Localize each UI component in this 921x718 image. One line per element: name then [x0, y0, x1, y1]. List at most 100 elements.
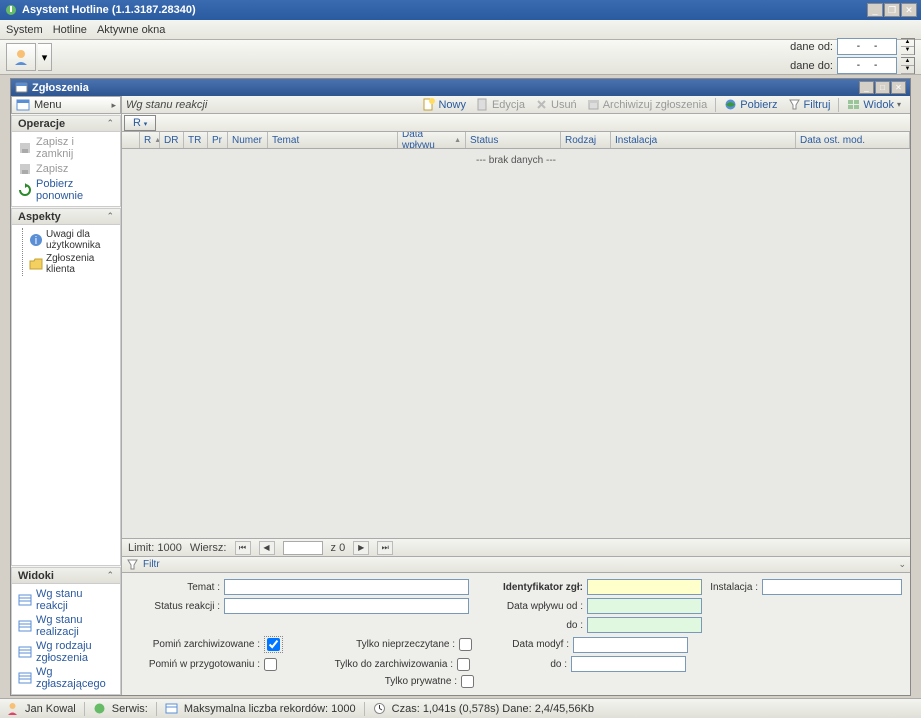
r-toggle-row: R ▾ — [122, 114, 910, 132]
col-data-mod[interactable]: Data ost. mod. — [796, 132, 910, 148]
filter-temat-input[interactable] — [224, 579, 469, 595]
col-r[interactable]: R — [140, 132, 160, 148]
menu-hotline[interactable]: Hotline — [53, 24, 87, 36]
filter-header[interactable]: Filtr ⌄ — [122, 556, 910, 573]
col-dr[interactable]: DR — [160, 132, 184, 148]
chevron-down-icon[interactable]: ⌄ — [898, 559, 906, 570]
op-save-close[interactable]: Zapisz i zamknij — [14, 135, 118, 161]
date-from-label: dane od: — [783, 41, 833, 53]
new-icon — [422, 98, 435, 111]
filter-id-input[interactable] — [587, 579, 702, 595]
aspect-user-notes[interactable]: i Uwagi dla użytkownika — [27, 228, 118, 252]
tb-delete[interactable]: Usuń — [530, 96, 582, 113]
section-header-aspekty[interactable]: Aspekty ⌃ — [12, 209, 120, 225]
col-numer[interactable]: Numer — [228, 132, 268, 148]
user-dropdown-button[interactable]: ▾ — [38, 43, 52, 71]
filter-status-input[interactable] — [224, 598, 469, 614]
status-bar: Jan Kowal Serwis: Maksymalna liczba reko… — [0, 698, 921, 718]
filter-panel: Temat : Identyfikator zgł: Instalacja : … — [122, 573, 910, 695]
section-header-widoki[interactable]: Widoki ⌃ — [12, 568, 120, 584]
sub-minimize-button[interactable]: _ — [859, 81, 874, 94]
view-realization[interactable]: Wg stanu realizacji — [14, 613, 118, 639]
date-from-spinner[interactable]: ▲▼ — [901, 38, 915, 55]
date-to-label: dane do: — [783, 60, 833, 72]
filter-icon — [126, 558, 139, 571]
sub-close-button[interactable]: ✕ — [891, 81, 906, 94]
op-reload[interactable]: Pobierz ponownie — [14, 177, 118, 203]
mdi-child: Zgłoszenia _ □ ✕ Menu ▸ Operacje ⌃ — [10, 78, 911, 696]
status-time: Czas: 1,041s (0,578s) Dane: 2,4/45,56Kb — [392, 703, 594, 715]
filter-pomin-przyg-checkbox[interactable] — [264, 658, 277, 671]
col-pr[interactable]: Pr — [208, 132, 228, 148]
filter-instalacja-input[interactable] — [762, 579, 902, 595]
status-maxrec: Maksymalna liczba rekordów: 1000 — [184, 703, 356, 715]
data-grid[interactable]: --- brak danych --- — [122, 149, 910, 538]
filter-tylko-nieprz-checkbox[interactable] — [459, 638, 472, 651]
filter-pomin-arch-checkbox[interactable] — [267, 638, 280, 651]
column-headers: R DR TR Pr Numer Temat Data wpływu Statu… — [122, 132, 910, 149]
filter-wplywu-do-input[interactable] — [587, 617, 702, 633]
page-first-button[interactable]: ⏮ — [235, 541, 251, 555]
col-status[interactable]: Status — [466, 132, 561, 148]
chevron-down-icon: ▾ — [144, 121, 148, 128]
col-selector[interactable] — [122, 132, 140, 148]
minimize-button[interactable]: _ — [867, 3, 883, 17]
date-from-input[interactable] — [837, 38, 897, 55]
tb-filter[interactable]: Filtruj — [783, 96, 836, 113]
filter-tylko-doarch-checkbox[interactable] — [457, 658, 470, 671]
tb-archive[interactable]: Archiwizuj zgłoszenia — [582, 96, 713, 113]
filter-modyf-do-input[interactable] — [571, 656, 686, 672]
filter-wplywu-od-input[interactable] — [587, 598, 702, 614]
folder-icon — [29, 257, 43, 271]
sub-maximize-button[interactable]: □ — [875, 81, 890, 94]
sidebar: Menu ▸ Operacje ⌃ Zapisz i zamknij Zapis — [11, 96, 122, 695]
page-row-input[interactable] — [283, 541, 323, 555]
view-icon — [847, 98, 860, 111]
info-icon: i — [29, 233, 43, 247]
col-temat[interactable]: Temat — [268, 132, 398, 148]
globe-icon — [724, 98, 737, 111]
restore-button[interactable]: ❐ — [884, 3, 900, 17]
page-next-button[interactable]: ▶ — [353, 541, 369, 555]
menu-windows[interactable]: Aktywne okna — [97, 24, 165, 36]
aspect-client-tickets[interactable]: Zgłoszenia klienta — [27, 252, 118, 276]
view-reaction[interactable]: Wg stanu reakcji — [14, 587, 118, 613]
tb-fetch[interactable]: Pobierz — [719, 96, 782, 113]
view-reporter[interactable]: Wg zgłaszającego — [14, 665, 118, 691]
r-toggle-button[interactable]: R ▾ — [124, 115, 156, 131]
page-prev-button[interactable]: ◀ — [259, 541, 275, 555]
col-instalacja[interactable]: Instalacja — [611, 132, 796, 148]
col-tr[interactable]: TR — [184, 132, 208, 148]
filter-tylko-pryw-checkbox[interactable] — [461, 675, 474, 688]
toolbar-separator — [838, 98, 839, 112]
page-last-button[interactable]: ⏭ — [377, 541, 393, 555]
close-button[interactable]: ✕ — [901, 3, 917, 17]
tickets-icon — [15, 81, 28, 94]
filter-modyf-od-input[interactable] — [573, 637, 688, 653]
main-menubar: System Hotline Aktywne okna — [0, 20, 921, 40]
menu-system[interactable]: System — [6, 24, 43, 36]
window-titlebar: Asystent Hotline (1.1.3187.28340) _ ❐ ✕ — [0, 0, 921, 20]
top-toolbar: ▾ dane od: ▲▼ dane do: ▲▼ — [0, 40, 921, 75]
view-type[interactable]: Wg rodzaju zgłoszenia — [14, 639, 118, 665]
date-to-input[interactable] — [837, 57, 897, 74]
date-to-spinner[interactable]: ▲▼ — [901, 57, 915, 74]
window-title: Asystent Hotline (1.1.3187.28340) — [22, 4, 867, 16]
col-rodzaj[interactable]: Rodzaj — [561, 132, 611, 148]
tb-edit[interactable]: Edycja — [471, 96, 530, 113]
subwindow-titlebar: Zgłoszenia _ □ ✕ — [11, 79, 910, 96]
collapse-icon: ⌃ — [106, 211, 114, 222]
section-header-operacje[interactable]: Operacje ⌃ — [12, 116, 120, 132]
col-data-wplywu[interactable]: Data wpływu — [398, 132, 466, 148]
op-save[interactable]: Zapisz — [14, 161, 118, 177]
archive-icon — [587, 98, 600, 111]
filter-icon — [788, 98, 801, 111]
tb-new[interactable]: Nowy — [417, 96, 471, 113]
records-icon — [165, 702, 178, 715]
sidebar-menu-button[interactable]: Menu ▸ — [11, 96, 121, 114]
tb-view[interactable]: Widok ▾ — [842, 96, 906, 113]
user-icon — [12, 48, 30, 66]
save-icon — [18, 141, 32, 155]
list-icon — [18, 619, 32, 633]
user-button[interactable] — [6, 43, 36, 71]
